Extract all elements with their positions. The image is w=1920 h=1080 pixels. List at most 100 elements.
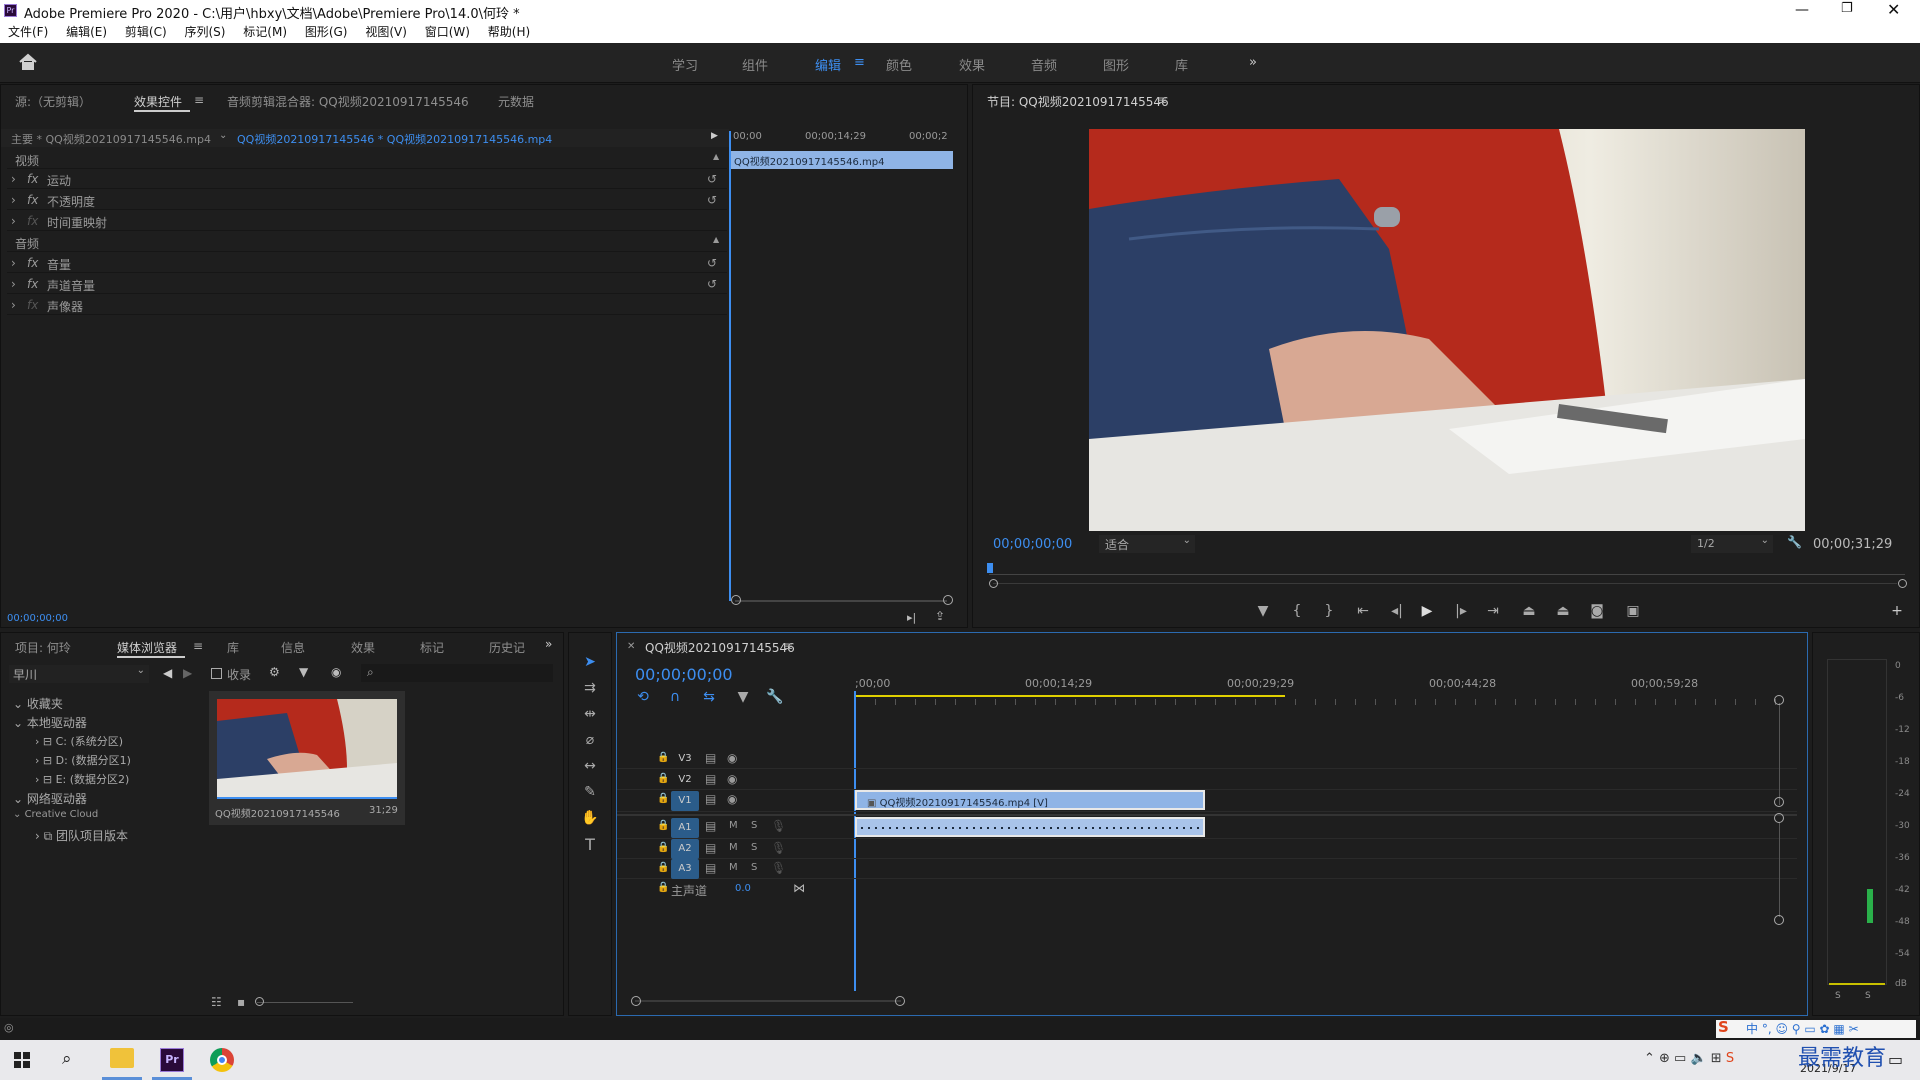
expand-arrow-icon[interactable]: › xyxy=(11,172,16,186)
tab-markers[interactable]: 标记 xyxy=(420,639,444,656)
more-workspaces-icon[interactable]: » xyxy=(1249,55,1257,70)
voiceover-mic-icon[interactable]: 🎙 xyxy=(771,841,786,855)
timeline-timecode[interactable]: 00;00;00;00 xyxy=(635,665,733,684)
menu-file[interactable]: 文件(F) xyxy=(8,22,48,43)
hand-tool-icon[interactable]: ✋ xyxy=(579,807,601,829)
ime-toolbar[interactable]: S 中 °, ☺ ⚲ ▭ ✿ ▦ ✂ xyxy=(1716,1018,1916,1038)
snap-icon[interactable]: ∩ xyxy=(667,689,683,705)
tree-local-drives[interactable]: ⌄ 本地驱动器 xyxy=(13,714,87,731)
scroll-handle[interactable] xyxy=(1774,813,1784,823)
workspace-learn[interactable]: 学习 xyxy=(672,55,698,74)
scroll-handle[interactable] xyxy=(1774,797,1784,807)
panel-menu-icon[interactable]: ≡ xyxy=(1157,93,1167,107)
lock-icon[interactable]: 🔒 xyxy=(657,820,669,831)
expand-arrow-icon[interactable]: › xyxy=(11,256,16,270)
tab-effect-controls[interactable]: 效果控件 xyxy=(134,93,182,110)
lock-icon[interactable]: 🔒 xyxy=(657,862,669,873)
filter-icon[interactable]: ▼ xyxy=(299,665,308,679)
slip-tool-icon[interactable]: ↔ xyxy=(579,755,601,777)
workspace-menu-icon[interactable]: ≡ xyxy=(854,55,865,70)
expand-right-icon[interactable]: ▶ xyxy=(711,131,718,141)
program-playhead[interactable] xyxy=(987,563,993,573)
tab-info[interactable]: 信息 xyxy=(281,639,305,656)
type-tool-icon[interactable]: T xyxy=(579,833,601,855)
close-tab-icon[interactable]: ✕ xyxy=(627,641,635,652)
program-monitor-title[interactable]: 节目: QQ视频20210917145546 xyxy=(987,93,1169,110)
list-view-icon[interactable]: ☷ xyxy=(211,995,222,1009)
master-clip-label[interactable]: 主要 * QQ视频20210917145546.mp4 xyxy=(11,131,211,147)
scroll-handle[interactable] xyxy=(1774,915,1784,925)
workspace-audio[interactable]: 音频 xyxy=(1031,55,1057,74)
selection-tool-icon[interactable]: ➤ xyxy=(579,651,601,673)
expand-arrow-icon[interactable]: › xyxy=(11,214,16,228)
track-target-a1[interactable]: A1 xyxy=(671,818,699,838)
nest-toggle-icon[interactable]: ⟲ xyxy=(635,689,651,705)
filter-icon[interactable]: ▸| xyxy=(907,611,916,624)
linked-selection-icon[interactable]: ⇆ xyxy=(701,689,717,705)
play-icon[interactable]: ▶ xyxy=(1417,601,1437,621)
ec-scroll-track[interactable] xyxy=(735,600,947,602)
track-target-a3[interactable]: A3 xyxy=(671,859,699,879)
sync-lock-icon[interactable]: ▤ xyxy=(705,819,716,833)
solo-right-button[interactable]: S xyxy=(1865,991,1871,1001)
lift-icon[interactable]: ⏏ xyxy=(1519,601,1539,621)
timeline-ruler[interactable]: ;00;00 00;00;14;29 00;00;29;29 00;00;44;… xyxy=(855,677,1795,705)
back-arrow-icon[interactable]: ◀ xyxy=(163,666,172,680)
eye-icon[interactable]: ◉ xyxy=(727,792,737,806)
collapse-icon[interactable]: ▲ xyxy=(713,152,719,161)
go-to-out-icon[interactable]: ⇥ xyxy=(1483,601,1503,621)
tab-metadata[interactable]: 元数据 xyxy=(498,93,534,110)
master-volume-value[interactable]: 0.0 xyxy=(735,883,751,894)
menu-window[interactable]: 窗口(W) xyxy=(425,22,470,43)
minimize-button[interactable]: — xyxy=(1795,2,1809,18)
effect-opacity[interactable]: › fx 不透明度 ↺ xyxy=(7,190,727,210)
reset-icon[interactable]: ↺ xyxy=(707,193,717,207)
ripple-edit-tool-icon[interactable]: ⇹ xyxy=(579,703,601,725)
step-forward-icon[interactable]: |▸ xyxy=(1451,601,1471,621)
workspace-assembly[interactable]: 组件 xyxy=(742,55,768,74)
eye-icon[interactable]: ◉ xyxy=(727,751,737,765)
solo-left-button[interactable]: S xyxy=(1835,991,1841,1001)
tab-source[interactable]: 源:（无剪辑） xyxy=(15,93,91,110)
mute-button[interactable]: M xyxy=(729,820,738,831)
lock-icon[interactable]: 🔒 xyxy=(657,882,669,893)
workspace-color[interactable]: 颜色 xyxy=(886,55,912,74)
zoom-handle-left[interactable] xyxy=(631,996,641,1006)
forward-arrow-icon[interactable]: ▶ xyxy=(183,666,192,680)
expand-arrow-icon[interactable]: › xyxy=(11,277,16,291)
tab-libraries[interactable]: 库 xyxy=(227,639,239,656)
effect-time-remap[interactable]: › fx 时间重映射 xyxy=(7,211,727,231)
comparison-view-icon[interactable]: ▣ xyxy=(1623,601,1643,621)
close-button[interactable]: ✕ xyxy=(1887,0,1900,19)
windows-start-icon[interactable] xyxy=(14,1052,30,1071)
mute-button[interactable]: M xyxy=(729,842,738,853)
export-frame-icon[interactable]: ◙ xyxy=(1587,601,1607,621)
lock-icon[interactable]: 🔒 xyxy=(657,793,669,804)
eye-icon[interactable]: ◉ xyxy=(727,772,737,786)
video-clip[interactable]: ▣ QQ视频20210917145546.mp4 [V] xyxy=(855,790,1205,810)
program-zoom-track[interactable] xyxy=(993,583,1897,584)
track-target-v3[interactable]: V3 xyxy=(671,749,699,769)
tab-media-browser[interactable]: 媒体浏览器 xyxy=(117,639,177,656)
ec-timecode[interactable]: 00;00;00;00 xyxy=(7,613,68,624)
tab-history[interactable]: 历史记 xyxy=(489,639,525,656)
sync-lock-icon[interactable]: ▤ xyxy=(705,751,716,765)
mute-button[interactable]: M xyxy=(729,862,738,873)
timeline-settings-icon[interactable]: 🔧 xyxy=(766,689,783,705)
sync-lock-icon[interactable]: ▤ xyxy=(705,792,716,806)
more-tabs-icon[interactable]: » xyxy=(545,637,552,651)
effect-volume[interactable]: › fx 音量 ↺ xyxy=(7,253,727,273)
tab-audio-clip-mixer[interactable]: 音频剪辑混合器: QQ视频20210917145546 xyxy=(227,93,469,110)
dropdown-chevron-icon[interactable]: ⌄ xyxy=(219,130,227,141)
program-timecode[interactable]: 00;00;00;00 xyxy=(993,537,1072,552)
ec-scroll-handle-right[interactable] xyxy=(943,595,953,605)
go-to-in-icon[interactable]: ⇤ xyxy=(1353,601,1373,621)
menu-edit[interactable]: 编辑(E) xyxy=(66,22,107,43)
tree-network-drives[interactable]: ⌄ 网络驱动器 xyxy=(13,790,87,807)
menu-sequence[interactable]: 序列(S) xyxy=(184,22,225,43)
button-editor-plus-icon[interactable]: + xyxy=(1887,601,1907,621)
workspace-graphics[interactable]: 图形 xyxy=(1103,55,1129,74)
tree-team-projects[interactable]: › ⧉ 团队项目版本 xyxy=(35,827,128,844)
step-back-icon[interactable]: ◂| xyxy=(1387,601,1407,621)
workspace-effects[interactable]: 效果 xyxy=(959,55,985,74)
